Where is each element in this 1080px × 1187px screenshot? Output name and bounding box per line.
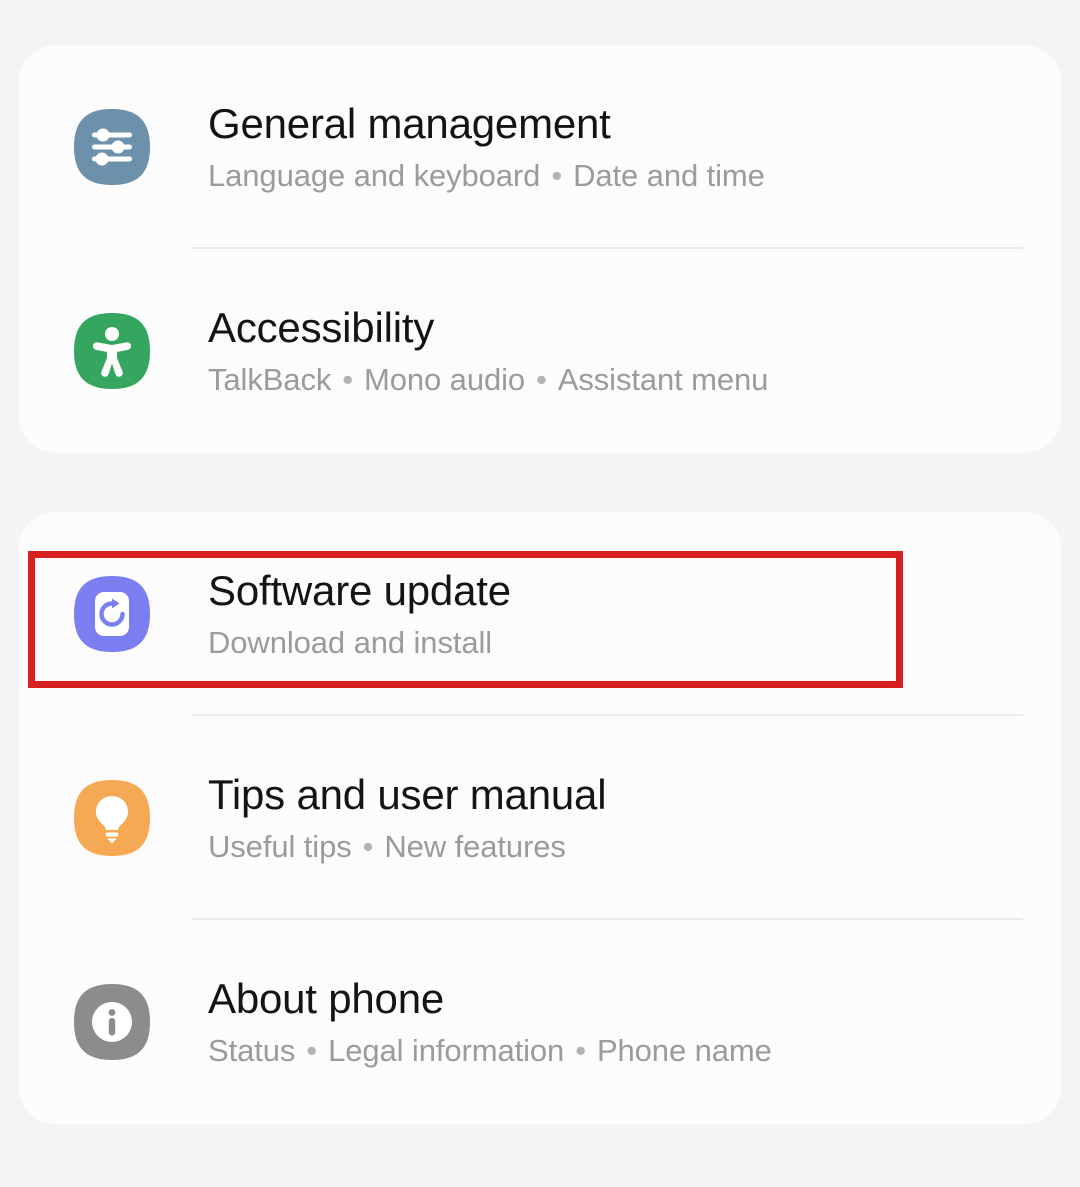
separator-dot-icon: • <box>575 1033 586 1068</box>
row-subtitle: Download and install <box>208 624 511 662</box>
settings-row-accessibility[interactable]: Accessibility TalkBack • Mono audio • Assist… <box>18 249 1062 453</box>
software-update-text: Software update Download and install <box>208 566 511 662</box>
row-subtitle: Status • Legal information • Phone name <box>208 1032 772 1070</box>
row-subtitle: Language and keyboard • Date and time <box>208 157 765 195</box>
accessibility-person-icon <box>74 313 150 389</box>
row-title: Tips and user manual <box>208 771 607 818</box>
tips-text: Tips and user manual Useful tips • New fea… <box>208 770 607 866</box>
settings-card-group-1: General management Language and keyboard… <box>18 45 1062 453</box>
row-title: General management <box>208 100 611 147</box>
separator-dot-icon: • <box>342 362 354 397</box>
row-subtitle: Useful tips • New features <box>208 828 606 866</box>
row-title: About phone <box>208 975 445 1022</box>
row-title: Software update <box>208 567 511 614</box>
subtitle-part: Assistant menu <box>557 362 769 397</box>
subtitle-part: New features <box>384 829 566 864</box>
info-circle-icon <box>74 984 150 1060</box>
software-update-refresh-icon <box>74 576 150 652</box>
settings-row-about-phone[interactable]: About phone Status • Legal information • Pho… <box>18 920 1062 1124</box>
subtitle-part: Date and time <box>573 158 765 193</box>
general-management-text: General management Language and keyboard… <box>208 99 765 195</box>
subtitle-part: TalkBack <box>208 362 332 397</box>
separator-dot-icon: • <box>362 829 374 864</box>
lightbulb-icon <box>74 780 150 856</box>
about-phone-text: About phone Status • Legal information • Pho… <box>208 974 772 1070</box>
subtitle-part: Download and install <box>208 625 493 660</box>
subtitle-part: Language and keyboard <box>208 158 541 193</box>
sliders-icon <box>74 109 150 185</box>
subtitle-part: Status <box>208 1033 296 1068</box>
separator-dot-icon: • <box>306 1033 318 1068</box>
general-management-icon-wrap <box>72 107 152 187</box>
tips-icon-wrap <box>72 778 152 858</box>
separator-dot-icon: • <box>536 362 547 397</box>
accessibility-icon-wrap <box>72 311 152 391</box>
about-phone-icon-wrap <box>72 982 152 1062</box>
accessibility-text: Accessibility TalkBack • Mono audio • Assist… <box>208 303 768 399</box>
subtitle-part: Phone name <box>596 1033 772 1068</box>
separator-dot-icon: • <box>551 158 563 193</box>
subtitle-part: Useful tips <box>208 829 352 864</box>
settings-screen: General management Language and keyboard… <box>0 0 1080 1187</box>
row-subtitle: TalkBack • Mono audio • Assistant menu <box>208 361 768 399</box>
row-title: Accessibility <box>208 304 435 351</box>
subtitle-part: Mono audio <box>364 362 526 397</box>
software-update-icon-wrap <box>72 574 152 654</box>
settings-row-general-management[interactable]: General management Language and keyboard… <box>18 45 1062 249</box>
settings-card-group-2: Software update Download and install Tip… <box>18 512 1062 1124</box>
settings-row-software-update[interactable]: Software update Download and install <box>18 512 1062 716</box>
subtitle-part: Legal information <box>328 1033 565 1068</box>
settings-row-tips-and-user-manual[interactable]: Tips and user manual Useful tips • New fea… <box>18 716 1062 920</box>
